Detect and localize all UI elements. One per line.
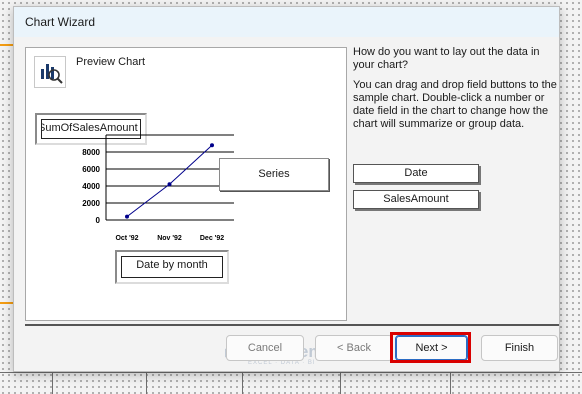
preview-chart-panel: Preview Chart SumOfSalesAmount 0 2000 4000… xyxy=(25,47,347,321)
axis-field-label: Date by month xyxy=(121,256,223,278)
axis-field-button[interactable]: Date by month xyxy=(115,250,229,284)
y-tick-label: 4000 xyxy=(82,182,100,191)
cancel-button[interactable]: Cancel xyxy=(226,335,304,361)
x-tick-label: Nov '92 xyxy=(157,235,182,242)
y-tick-label: 0 xyxy=(96,216,101,225)
data-point xyxy=(125,214,129,219)
y-tick-label: 6000 xyxy=(82,165,100,174)
series-line xyxy=(126,144,213,217)
salesamount-field-button[interactable]: SalesAmount xyxy=(353,190,479,209)
grid-line xyxy=(0,372,582,373)
title-bar: Chart Wizard xyxy=(14,7,559,37)
data-point xyxy=(210,143,214,148)
y-tick-label: 8000 xyxy=(82,148,100,157)
window-title: Chart Wizard xyxy=(25,15,96,29)
instructions: How do you want to lay out the data in y… xyxy=(353,46,559,138)
grid-line xyxy=(146,372,147,394)
grid-line xyxy=(242,372,243,394)
series-field-box[interactable]: Series xyxy=(219,158,329,191)
grid-line xyxy=(340,372,341,394)
separator xyxy=(25,324,559,326)
x-tick-label: Oct '92 xyxy=(115,235,138,242)
date-field-button[interactable]: Date xyxy=(353,164,479,183)
x-tick-label: Dec '92 xyxy=(200,235,224,242)
grid-line xyxy=(450,372,451,394)
accent-line xyxy=(0,302,13,304)
instructions-help: You can drag and drop field buttons to t… xyxy=(353,79,557,130)
chart-wizard-dialog: Chart Wizard Preview Chart SumOfSalesAmo… xyxy=(13,6,560,372)
accent-line xyxy=(0,44,13,46)
back-button[interactable]: < Back xyxy=(315,335,393,361)
grid-line xyxy=(52,372,53,394)
next-button-highlight xyxy=(390,332,471,363)
finish-button[interactable]: Finish xyxy=(481,335,558,361)
data-point xyxy=(167,182,172,187)
y-tick-label: 2000 xyxy=(82,199,100,208)
instructions-question: How do you want to lay out the data in y… xyxy=(353,46,540,71)
